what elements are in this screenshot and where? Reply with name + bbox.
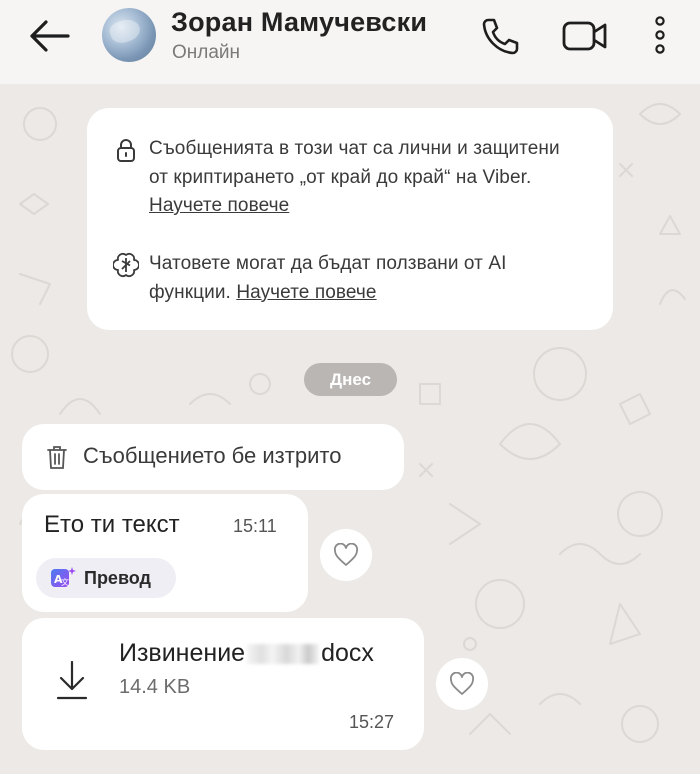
deleted-message-bubble[interactable]: Съобщението бе изтрито — [22, 424, 404, 490]
chat-area[interactable]: Съобщенията в този чат са лични и защите… — [0, 84, 700, 774]
ai-knot-icon — [113, 253, 139, 277]
trash-icon — [47, 446, 67, 469]
avatar[interactable] — [102, 8, 156, 62]
translate-button[interactable]: A 文 Превод — [36, 558, 176, 598]
contact-name[interactable]: Зоран Мамучевски — [171, 7, 427, 38]
redacted-blur — [247, 644, 320, 665]
video-camera-icon[interactable] — [560, 14, 610, 58]
file-name-prefix: Извинение — [119, 639, 246, 667]
lock-icon — [117, 139, 135, 162]
date-divider: Днес — [304, 363, 397, 396]
translate-icon: A 文 — [51, 567, 76, 587]
file-size: 14.4 KB — [119, 676, 191, 698]
contact-status: Онлайн — [172, 42, 241, 63]
file-message-bubble[interactable]: Извинение docx 14.4 KB 15:27 — [22, 618, 424, 750]
file-name[interactable]: Извинение docx — [119, 639, 374, 668]
like-button[interactable] — [320, 529, 372, 581]
ai-learn-more-link[interactable]: Научете повече — [236, 282, 376, 303]
download-icon[interactable] — [55, 658, 89, 702]
file-name-extension: docx — [321, 639, 374, 667]
encryption-learn-more-link[interactable]: Научете повече — [149, 195, 289, 216]
text-message-bubble[interactable]: Ето ти текст 15:11 A 文 Превод — [22, 494, 308, 612]
more-vertical-icon[interactable] — [646, 14, 674, 58]
encryption-info-card: Съобщенията в този чат са лични и защите… — [87, 108, 613, 330]
ai-notice: Чатовете могат да бъдат ползвани от AI ф… — [113, 250, 569, 307]
svg-text:文: 文 — [61, 577, 69, 587]
phone-icon[interactable] — [478, 14, 522, 58]
encryption-text: Съобщенията в този чат са лични и защите… — [149, 138, 560, 188]
chat-header: Зоран Мамучевски Онлайн — [0, 0, 700, 84]
heart-icon — [450, 672, 474, 695]
translate-label: Превод — [84, 568, 151, 588]
back-arrow-icon[interactable] — [26, 18, 72, 54]
message-time: 15:11 — [233, 516, 277, 536]
message-text: Ето ти текст — [44, 511, 180, 538]
deleted-message-text: Съобщението бе изтрито — [83, 443, 342, 468]
file-time: 15:27 — [349, 712, 395, 732]
like-button[interactable] — [436, 658, 488, 710]
encryption-notice: Съобщенията в този чат са лични и защите… — [113, 135, 569, 221]
heart-icon — [334, 543, 358, 566]
